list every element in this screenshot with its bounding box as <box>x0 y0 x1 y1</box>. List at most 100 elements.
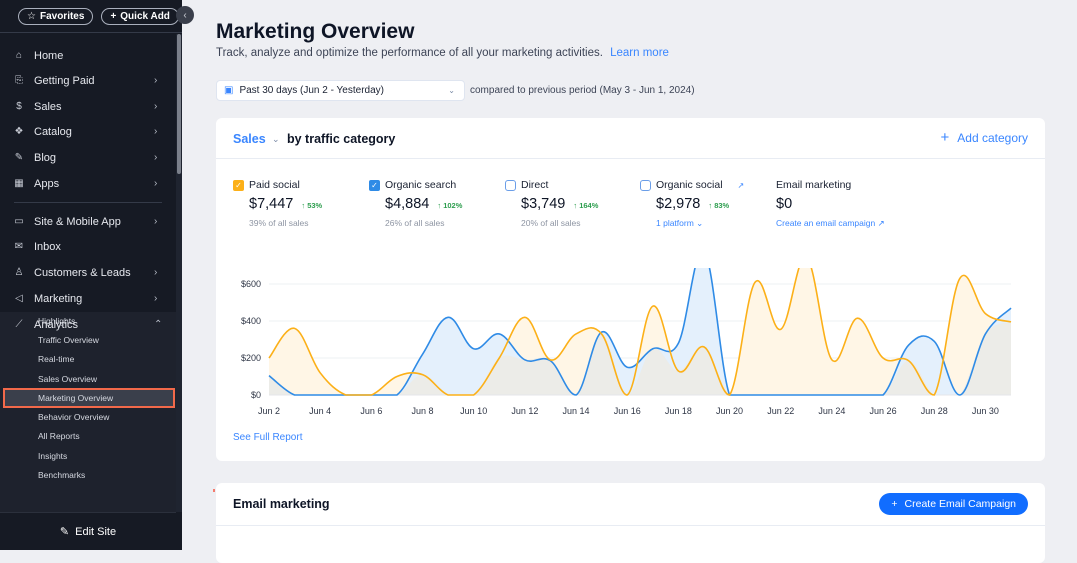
see-full-report-link[interactable]: See Full Report <box>233 432 302 443</box>
card-header: Email marketing + Create Email Campaign <box>216 483 1045 526</box>
sidebar: ☆ Favorites + Quick Add ⌂ Home ⎘ Getting Pa… <box>0 0 182 550</box>
sidebar-subitem-insights[interactable]: Insights <box>38 448 67 464</box>
sidebar-item-getting-paid[interactable]: ⎘ Getting Paid › <box>0 68 176 93</box>
external-link-icon[interactable]: ↗ <box>738 181 745 190</box>
sidebar-item-blog[interactable]: ✎ Blog › <box>0 145 176 170</box>
favorites-button[interactable]: ☆ Favorites <box>18 7 94 25</box>
external-link-icon: ↗ <box>877 218 885 228</box>
x-tick-label: Jun 2 <box>258 406 280 416</box>
organic-social-checkbox[interactable] <box>640 179 651 191</box>
comparison-text: compared to previous period (May 3 - Jun… <box>470 85 695 96</box>
chevron-down-icon: ⌄ <box>696 218 704 228</box>
sidebar-item-site-mobile-app[interactable]: ▭ Site & Mobile App › <box>0 209 176 234</box>
dollar-circle-icon: $ <box>16 101 22 112</box>
sidebar-item-apps[interactable]: ▦ Apps › <box>0 171 176 196</box>
edit-site-button[interactable]: ✎ Edit Site <box>0 512 176 550</box>
chevron-right-icon: › <box>154 101 158 112</box>
sidebar-item-customers-leads[interactable]: ♙ Customers & Leads › <box>0 260 176 285</box>
sales-area-chart: $0 $200 $400 $600 Jun 2 Jun 4 Jun 6 Jun 8 Jun 10… <box>241 268 1012 416</box>
x-tick-label: Jun 14 <box>563 406 590 416</box>
sidebar-item-catalog[interactable]: ❖ Catalog › <box>0 119 176 144</box>
calendar-icon: ▣ <box>224 85 234 96</box>
quick-add-button[interactable]: + Quick Add <box>101 7 179 25</box>
sidebar-subitem-highlights[interactable]: Highlights <box>38 313 75 329</box>
sidebar-item-home[interactable]: ⌂ Home <box>0 43 176 68</box>
category-paid-social: ✓ Paid social $7,447 ↑ 53% 39% of all sal… <box>233 178 322 228</box>
sidebar-subitem-marketing-overview[interactable]: Marketing Overview <box>38 390 113 406</box>
direct-checkbox[interactable] <box>505 179 516 191</box>
category-organic-search: ✓ Organic search $4,884 ↑ 102% 26% of all… <box>369 178 462 228</box>
sidebar-subitem-all-reports[interactable]: All Reports <box>38 428 80 444</box>
category-email-marketing: Email marketing $0 Create an email campa… <box>776 179 885 229</box>
paid-social-checkbox[interactable]: ✓ <box>233 179 244 191</box>
plus-icon: + <box>110 10 117 22</box>
change-badge: ↑ 102% <box>437 201 463 210</box>
cursor-marker <box>213 489 215 492</box>
blog-pen-icon: ✎ <box>14 152 24 163</box>
learn-more-link[interactable]: Learn more <box>610 47 669 59</box>
change-badge: ↑ 164% <box>573 201 599 210</box>
chevron-right-icon: › <box>154 293 158 304</box>
apps-icon: ▦ <box>14 178 24 189</box>
customers-icon: ♙ <box>14 267 24 278</box>
sidebar-item-marketing[interactable]: ◁ Marketing › <box>0 286 176 311</box>
sidebar-subitem-traffic-overview[interactable]: Traffic Overview <box>38 332 99 348</box>
date-range-dropdown[interactable]: ▣ Past 30 days (Jun 2 - Yesterday) ⌄ <box>216 80 465 101</box>
sidebar-subitem-behavior-overview[interactable]: Behavior Overview <box>38 409 109 425</box>
create-email-campaign-link[interactable]: Create an email campaign ↗ <box>776 218 885 229</box>
x-tick-label: Jun 26 <box>870 406 897 416</box>
y-tick-label: $400 <box>241 316 261 326</box>
sidebar-nav: ⌂ Home ⎘ Getting Paid › $ Sales › ❖ Catalog › ✎ Blog… <box>0 34 182 512</box>
metric-dropdown[interactable]: Sales <box>233 132 266 146</box>
chevron-right-icon: › <box>154 152 158 163</box>
create-email-campaign-button[interactable]: + Create Email Campaign <box>879 493 1028 515</box>
chevron-right-icon: › <box>154 178 158 189</box>
category-value: $3,749 <box>521 196 566 212</box>
pencil-icon: ✎ <box>59 526 70 538</box>
platform-dropdown[interactable]: 1 platform ⌄ <box>656 218 744 229</box>
chevron-down-icon[interactable]: ⌄ <box>272 134 280 145</box>
y-tick-label: $200 <box>241 353 261 363</box>
star-icon: ☆ <box>27 10 36 22</box>
x-tick-label: Jun 12 <box>511 406 538 416</box>
x-tick-label: Jun 18 <box>665 406 692 416</box>
organic-search-checkbox[interactable]: ✓ <box>369 179 380 191</box>
category-value: $7,447 <box>249 196 294 212</box>
x-tick-label: Jun 10 <box>460 406 487 416</box>
page-title: Marketing Overview <box>216 20 415 43</box>
chevron-right-icon: › <box>154 216 158 227</box>
sidebar-item-inbox[interactable]: ✉ Inbox <box>0 234 176 259</box>
category-value: $2,978 <box>656 196 701 212</box>
page-subtitle: Track, analyze and optimize the performa… <box>216 47 669 59</box>
change-badge: ↑ 83% <box>708 201 730 210</box>
sidebar-scrollbar-thumb[interactable] <box>177 34 181 174</box>
sidebar-subitem-benchmarks[interactable]: Benchmarks <box>38 467 85 483</box>
chevron-up-icon: ⌃ <box>154 319 163 330</box>
megaphone-icon: ◁ <box>15 293 23 304</box>
category-organic-social: Organic social ↗ $2,978 ↑ 83% 1 platform … <box>640 178 744 229</box>
sidebar-top-bar: ☆ Favorites + Quick Add <box>0 0 182 33</box>
x-tick-label: Jun 28 <box>921 406 948 416</box>
add-category-button[interactable]: + Add category <box>941 130 1028 145</box>
x-tick-label: Jun 30 <box>972 406 999 416</box>
card-title: Email marketing <box>233 497 330 511</box>
y-tick-label: $0 <box>251 390 261 400</box>
devices-icon: ▭ <box>14 216 24 227</box>
y-tick-label: $600 <box>241 279 261 289</box>
inbox-icon: ✉ <box>14 241 24 252</box>
card-header: Sales ⌄ by traffic category + Add catego… <box>216 118 1045 159</box>
chevron-right-icon: › <box>154 75 158 86</box>
x-tick-label: Jun 20 <box>716 406 743 416</box>
category-value: $4,884 <box>385 196 430 212</box>
home-icon: ⌂ <box>15 50 23 61</box>
catalog-icon: ❖ <box>14 126 24 137</box>
category-share: 39% of all sales <box>249 218 309 228</box>
x-tick-label: Jun 24 <box>818 406 845 416</box>
sidebar-subitem-sales-overview[interactable]: Sales Overview <box>38 371 97 387</box>
invoice-icon: ⎘ <box>15 75 23 86</box>
x-tick-label: Jun 6 <box>360 406 382 416</box>
card-title: by traffic category <box>287 132 396 146</box>
sidebar-item-sales[interactable]: $ Sales › <box>0 94 176 119</box>
sidebar-subitem-real-time[interactable]: Real-time <box>38 351 74 367</box>
chevron-right-icon: › <box>154 267 158 278</box>
